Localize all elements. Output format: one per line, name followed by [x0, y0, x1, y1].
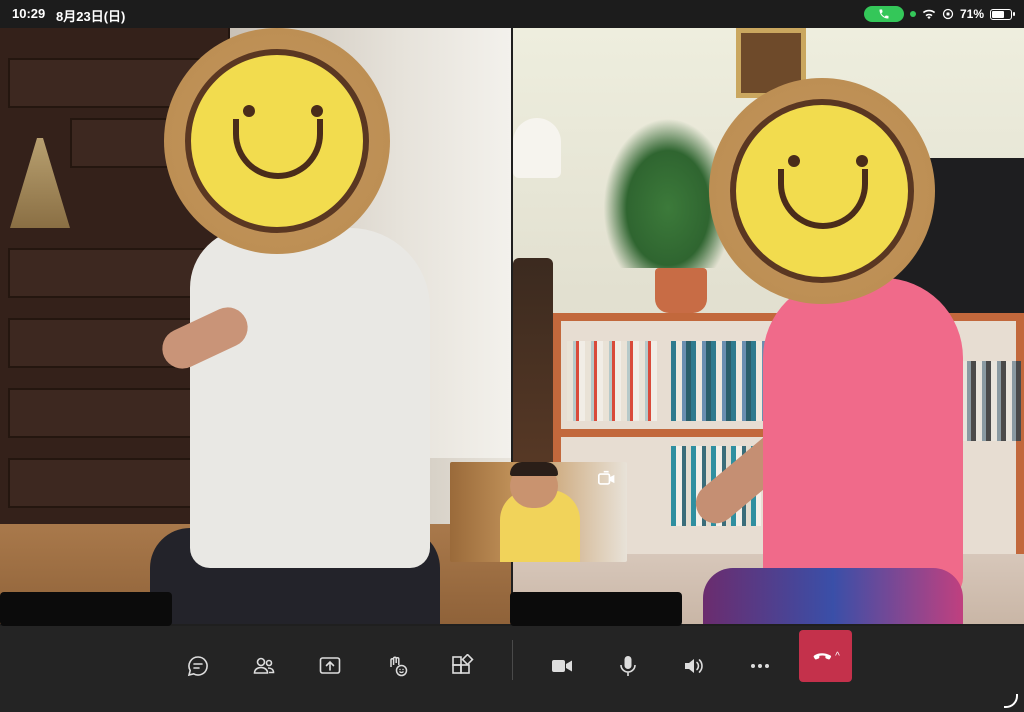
participant-video-left[interactable] [0, 28, 511, 624]
microphone-icon [620, 656, 636, 676]
orientation-lock-icon [942, 8, 954, 20]
smiley-face-sticker [164, 28, 390, 254]
status-date: 8月23日(日) [56, 9, 126, 24]
smiley-face-sticker [709, 78, 935, 304]
participant-body [190, 228, 430, 568]
share-button[interactable] [308, 644, 352, 688]
self-video-preview[interactable] [450, 462, 627, 562]
wifi-icon [922, 9, 936, 19]
chat-bubble-icon [187, 656, 208, 677]
camera-in-use-dot [909, 11, 916, 17]
more-icon [751, 664, 769, 668]
active-call-pill[interactable] [863, 6, 904, 22]
phone-icon [879, 9, 889, 19]
raise-hand-icon [390, 656, 408, 677]
reactions-button[interactable] [375, 644, 419, 688]
status-right: 71% [863, 5, 1015, 23]
resize-corner-indicator [1004, 694, 1018, 708]
chat-button[interactable] [176, 644, 220, 688]
phone-hangup-icon [813, 653, 832, 660]
more-button[interactable] [738, 644, 782, 688]
video-camera-icon [552, 660, 572, 672]
share-screen-icon [319, 657, 341, 674]
apps-icon [452, 654, 474, 674]
mic-toggle-button[interactable] [606, 644, 650, 688]
guitar [513, 258, 553, 488]
participant-body [763, 278, 963, 598]
battery-icon [990, 8, 1015, 20]
people-icon [253, 657, 275, 674]
apps-button[interactable] [440, 644, 484, 688]
speaker-button[interactable] [672, 644, 716, 688]
lamp [513, 118, 561, 178]
speaker-icon [685, 659, 703, 673]
people-button[interactable] [242, 644, 286, 688]
chevron-up-icon[interactable]: ^ [835, 651, 840, 662]
call-toolbar: ^ [0, 626, 1024, 712]
camera-switch-icon[interactable] [597, 470, 617, 488]
battery-percent: 71% [959, 7, 984, 21]
camera-toggle-button[interactable] [540, 644, 584, 688]
status-bar: 10:29 8月23日(日) 71% [0, 0, 1024, 28]
participant-name-label-redacted [510, 592, 682, 626]
participant-name-label-redacted [0, 592, 172, 626]
toolbar-separator [512, 640, 513, 680]
status-time: 10:29 [12, 6, 46, 21]
hang-up-button[interactable]: ^ [799, 630, 852, 682]
